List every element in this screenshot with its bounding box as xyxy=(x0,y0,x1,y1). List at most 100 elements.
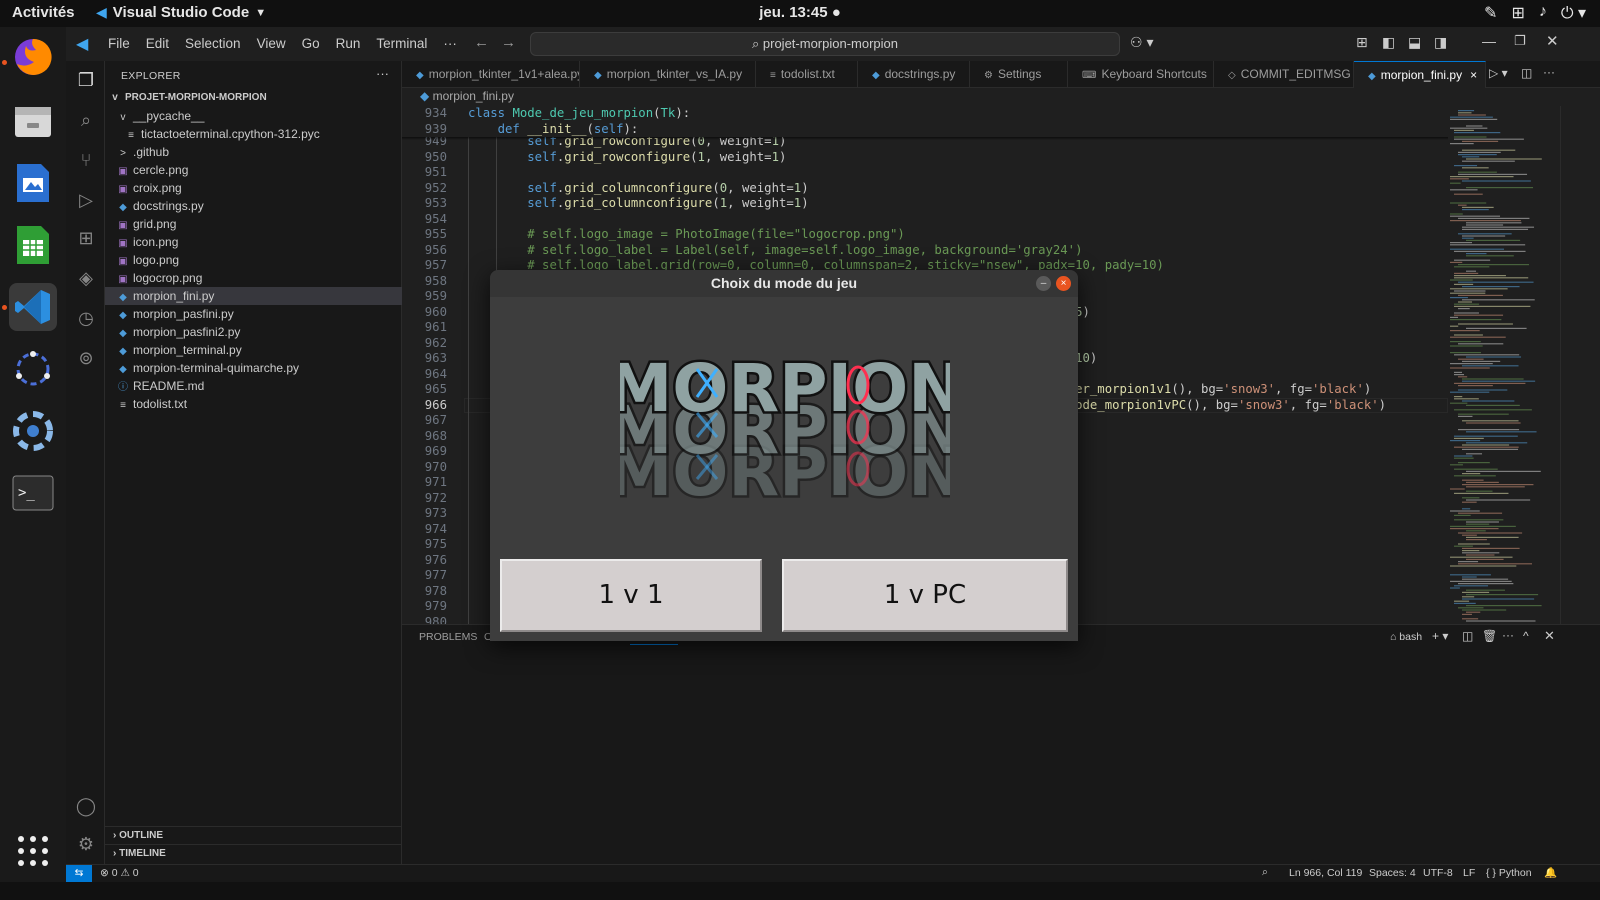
code-line[interactable]: 954 xyxy=(402,212,1448,228)
menu-item[interactable]: Run xyxy=(328,36,369,51)
more-actions-icon[interactable]: ··· xyxy=(1543,65,1555,79)
run-debug-icon[interactable]: ▷ xyxy=(75,189,97,211)
editor-tab[interactable]: ◆ morpion_tkinter_vs_IA.py xyxy=(580,61,756,88)
maximize-panel-icon[interactable]: ^ xyxy=(1523,629,1529,643)
close-tab-icon[interactable]: × xyxy=(1470,68,1477,82)
mode-1v1-button[interactable]: 1 v 1 xyxy=(500,559,762,632)
steam-icon[interactable] xyxy=(9,407,57,455)
toggle-sidebar-icon[interactable]: ◧ xyxy=(1382,34,1395,51)
forward-icon[interactable]: → xyxy=(501,34,516,51)
editor-tab[interactable]: ◆ docstrings.py xyxy=(858,61,970,88)
menu-item[interactable]: File xyxy=(100,36,138,51)
tree-item[interactable]: > .github xyxy=(105,143,402,161)
outline-section[interactable]: › OUTLINE xyxy=(105,826,402,844)
explorer-icon[interactable]: ❐ xyxy=(75,69,97,91)
remote-indicator-icon[interactable]: ⇆ xyxy=(66,865,92,882)
toggle-panel-icon[interactable]: ⬓ xyxy=(1408,34,1421,51)
breadcrumb[interactable]: ◆ morpion_fini.py xyxy=(420,89,514,103)
timeline-icon[interactable]: ◷ xyxy=(75,307,97,329)
cursor-position[interactable]: Ln 966, Col 119 xyxy=(1289,867,1362,879)
menu-item[interactable]: ··· xyxy=(435,36,465,51)
tree-item[interactable]: ▣ logocrop.png xyxy=(105,269,402,287)
menu-item[interactable]: Go xyxy=(294,36,328,51)
files-icon[interactable] xyxy=(9,97,57,145)
editor-tab[interactable]: ⌨ Keyboard Shortcuts xyxy=(1068,61,1214,88)
tree-item[interactable]: ≡ tictactoeterminal.cpython-312.pyc xyxy=(105,125,402,143)
problems-count[interactable]: ⊗ 0 ⚠ 0 xyxy=(100,867,139,879)
calc-icon[interactable] xyxy=(9,221,57,269)
close-icon[interactable]: ✕ xyxy=(1546,32,1559,50)
tab-problems[interactable]: PROBLEMS xyxy=(419,631,477,643)
code-line[interactable]: 951 xyxy=(402,165,1448,181)
search-icon[interactable]: ⌕ xyxy=(75,109,97,131)
sticky-scroll-line[interactable]: 934 class Mode_de_jeu_morpion(Tk): xyxy=(402,106,1448,122)
tree-item[interactable]: ◆ morpion_terminal.py xyxy=(105,341,402,359)
vscode-icon[interactable] xyxy=(9,283,57,331)
attachment-icon[interactable]: ✎ xyxy=(1484,3,1497,23)
editor-tab[interactable]: ◆ morpion_fini.py × xyxy=(1354,61,1486,88)
tree-item[interactable]: ⓘ README.md xyxy=(105,377,402,395)
tree-item[interactable]: ≡ todolist.txt xyxy=(105,395,402,413)
tree-item[interactable]: ▣ logo.png xyxy=(105,251,402,269)
split-editor-icon[interactable]: ◫ xyxy=(1521,66,1532,80)
tree-item[interactable]: ◆ morpion_fini.py xyxy=(105,287,402,305)
tree-item[interactable]: ▣ grid.png xyxy=(105,215,402,233)
system-tray[interactable]: ✎ ⊞ ♪ ⏻ ▾ xyxy=(1484,3,1586,23)
line-ending[interactable]: LF xyxy=(1463,867,1475,879)
menu-item[interactable]: Edit xyxy=(138,36,177,51)
terminal-icon[interactable]: >_ xyxy=(9,469,57,517)
power-icon[interactable]: ⏻ ▾ xyxy=(1561,3,1586,23)
python-icon[interactable]: ◈ xyxy=(75,267,97,289)
restore-icon[interactable]: ❐ xyxy=(1514,33,1526,49)
code-line[interactable]: 956 # self.logo_label = Label(self, imag… xyxy=(402,243,1448,259)
writer-icon[interactable] xyxy=(9,159,57,207)
tree-item[interactable]: ▣ croix.png xyxy=(105,179,402,197)
tree-item[interactable]: ◆ morpion_pasfini2.py xyxy=(105,323,402,341)
extensions-icon[interactable]: ⊞ xyxy=(75,227,97,249)
minimize-icon[interactable]: — xyxy=(1482,33,1496,49)
tree-item[interactable]: ◆ morpion_pasfini.py xyxy=(105,305,402,323)
minimap[interactable] xyxy=(1448,106,1560,624)
project-folder[interactable]: v PROJET-MORPION-MORPION xyxy=(105,89,402,107)
code-line[interactable]: 953 self.grid_columnconfigure(1, weight=… xyxy=(402,196,1448,212)
editor-tab[interactable]: ◇ COMMIT_EDITMSG xyxy=(1214,61,1354,88)
tree-item[interactable]: ▣ cercle.png xyxy=(105,161,402,179)
command-center[interactable]: ⌕ projet-morpion-morpion xyxy=(530,32,1120,56)
minimize-icon[interactable]: – xyxy=(1036,276,1051,291)
toggle-secondary-sidebar-icon[interactable]: ◨ xyxy=(1434,34,1447,51)
tree-item[interactable]: ◆ morpion-terminal-quimarche.py xyxy=(105,359,402,377)
more-actions-icon[interactable]: ··· xyxy=(376,66,389,81)
encoding[interactable]: UTF-8 xyxy=(1423,867,1453,879)
tree-item[interactable]: ▣ icon.png xyxy=(105,233,402,251)
network-icon[interactable]: ⊞ xyxy=(1511,3,1524,23)
notifications-bell-icon[interactable]: 🔔 xyxy=(1544,866,1557,879)
editor-tab[interactable]: ⚙ Settings xyxy=(970,61,1068,88)
scrollbar[interactable] xyxy=(1560,106,1568,624)
volume-icon[interactable]: ♪ xyxy=(1539,3,1547,23)
tree-item[interactable]: v __pycache__ xyxy=(105,107,402,125)
menu-item[interactable]: Selection xyxy=(177,36,249,51)
run-file-icon[interactable]: ▷ ▾ xyxy=(1489,66,1508,80)
clock[interactable]: jeu. 13:45 ● xyxy=(0,4,1600,21)
dialog-titlebar[interactable]: Choix du mode du jeu xyxy=(490,270,1078,297)
code-line[interactable]: 950 self.grid_rowconfigure(1, weight=1) xyxy=(402,150,1448,166)
menu-item[interactable]: View xyxy=(249,36,294,51)
back-icon[interactable]: ← xyxy=(474,34,489,51)
kill-terminal-icon[interactable]: 🗑 xyxy=(1482,629,1497,643)
copilot-icon[interactable]: ⚇ ▾ xyxy=(1130,34,1153,51)
terminal-selector[interactable]: ⌂ bash xyxy=(1390,631,1422,643)
new-terminal-icon[interactable]: + ▾ xyxy=(1432,629,1448,643)
firefox-icon[interactable] xyxy=(9,33,57,81)
code-line[interactable]: 955 # self.logo_image = PhotoImage(file=… xyxy=(402,227,1448,243)
menu-item[interactable]: Terminal xyxy=(368,36,435,51)
code-line[interactable]: 952 self.grid_columnconfigure(0, weight=… xyxy=(402,181,1448,197)
zoom-icon[interactable]: ⌕ xyxy=(1262,866,1268,879)
indentation[interactable]: Spaces: 4 xyxy=(1369,867,1416,879)
editor-tab[interactable]: ≡ todolist.txt xyxy=(756,61,858,88)
account-icon[interactable]: ◯ xyxy=(75,795,97,817)
close-icon[interactable]: × xyxy=(1056,276,1071,291)
settings-gear-icon[interactable]: ⚙ xyxy=(75,833,97,855)
tree-item[interactable]: ◆ docstrings.py xyxy=(105,197,402,215)
sticky-scroll-line[interactable]: 939 def __init__(self): xyxy=(402,121,1448,137)
editor-tab[interactable]: ◆ morpion_tkinter_1v1+alea.py xyxy=(402,61,580,88)
